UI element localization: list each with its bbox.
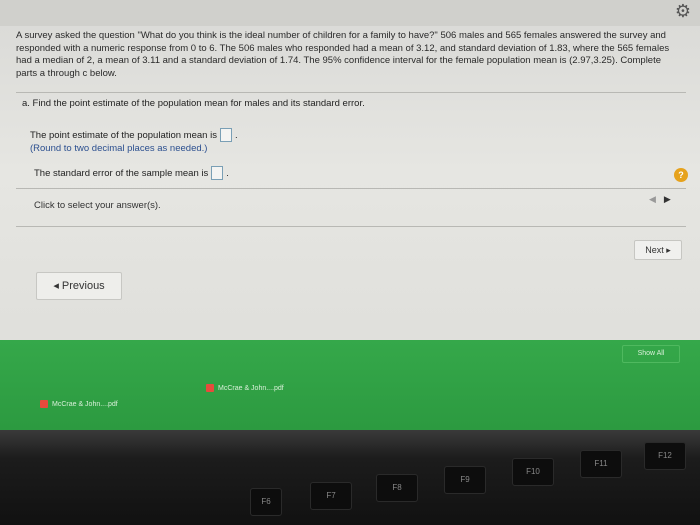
gear-icon[interactable]: ⚙ — [674, 2, 692, 20]
key-f7[interactable]: F7 — [310, 482, 352, 510]
divider — [16, 188, 686, 189]
click-hint: Click to select your answer(s). — [34, 200, 161, 211]
download-item[interactable]: McCrae & John....pdf — [206, 384, 284, 392]
point-estimate-input[interactable] — [219, 128, 232, 142]
help-button[interactable]: ? — [674, 168, 688, 182]
download-filename: McCrae & John....pdf — [218, 384, 284, 392]
std-error-label: The standard error of the sample mean is — [34, 167, 209, 179]
rounding-hint: (Round to two decimal places as needed.) — [30, 143, 208, 154]
point-estimate-suffix: . — [234, 129, 238, 141]
download-bar — [0, 340, 700, 430]
keyboard-bezel: F6 F7 F8 F9 F10 F11 F12 — [0, 430, 700, 525]
key-f11[interactable]: F11 — [580, 450, 622, 478]
key-f12[interactable]: F12 — [644, 442, 686, 470]
point-estimate-label: The point estimate of the population mea… — [30, 129, 217, 141]
left-arrow-icon[interactable]: ◀ — [649, 194, 656, 205]
previous-button[interactable]: ◂ Previous — [36, 272, 122, 300]
question-text: A survey asked the question "What do you… — [16, 30, 670, 79]
next-button[interactable]: Next ▸ — [634, 240, 682, 260]
key-f10[interactable]: F10 — [512, 458, 554, 486]
download-filename: McCrae & John....pdf — [52, 400, 118, 408]
part-a-label: a. Find the point estimate of the popula… — [22, 98, 365, 109]
key-f9[interactable]: F9 — [444, 466, 486, 494]
std-error-row: The standard error of the sample mean is… — [34, 166, 229, 180]
answer-nav: ◀ ▶ — [649, 194, 671, 205]
browser-screen: ⚙ A survey asked the question "What do y… — [0, 0, 700, 430]
std-error-input[interactable] — [211, 166, 224, 180]
std-error-suffix: . — [226, 167, 229, 179]
key-f8[interactable]: F8 — [376, 474, 418, 502]
right-arrow-icon[interactable]: ▶ — [664, 194, 671, 205]
point-estimate-row: The point estimate of the population mea… — [30, 128, 238, 142]
pdf-icon — [206, 384, 214, 392]
pdf-icon — [40, 400, 48, 408]
divider — [16, 226, 686, 227]
show-all-button[interactable]: Show All — [622, 345, 680, 363]
key-f6[interactable]: F6 — [250, 488, 282, 516]
divider — [16, 92, 686, 93]
top-bar: ⚙ — [0, 0, 700, 26]
download-item[interactable]: McCrae & John....pdf — [40, 400, 118, 408]
